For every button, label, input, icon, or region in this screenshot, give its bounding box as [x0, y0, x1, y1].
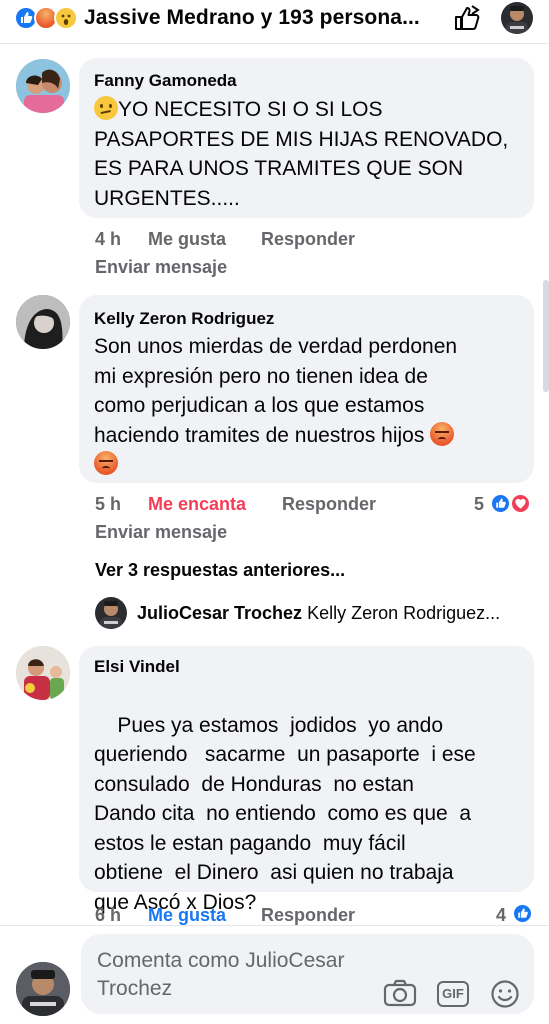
- emoji-icon[interactable]: [490, 979, 520, 1014]
- comment-time[interactable]: 6 h: [95, 905, 121, 926]
- comment-author[interactable]: Elsi Vindel: [94, 657, 180, 677]
- angry-emoji-icon: [430, 421, 455, 446]
- comment-author[interactable]: Kelly Zeron Rodriguez: [94, 309, 274, 329]
- reply-author[interactable]: JulioCesar Trochez: [137, 603, 302, 623]
- avatar[interactable]: [16, 646, 70, 700]
- share-icon[interactable]: [452, 4, 482, 32]
- comment-bubble: Kelly Zeron Rodriguez Son unos mierdas d…: [79, 295, 534, 483]
- reaction-count[interactable]: 4: [496, 905, 506, 926]
- send-message-button[interactable]: Enviar mensaje: [95, 522, 227, 543]
- scrollbar[interactable]: [543, 280, 549, 392]
- comment-input[interactable]: Comenta como JulioCesar Trochez GIF: [81, 934, 534, 1014]
- comment-time[interactable]: 5 h: [95, 494, 121, 515]
- avatar[interactable]: [95, 597, 127, 629]
- wow-icon: [54, 6, 78, 30]
- comment-bubble: Elsi Vindel Pues ya estamos jodidos yo a…: [79, 646, 534, 914]
- reply-button[interactable]: Responder: [282, 494, 376, 515]
- gif-icon[interactable]: GIF: [437, 981, 469, 1007]
- comment-text: YO NECESITO SI O SI LOS PASAPORTES DE MI…: [94, 96, 509, 210]
- latest-reply[interactable]: JulioCesar Trochez Kelly Zeron Rodriguez…: [137, 603, 500, 624]
- like-button[interactable]: Me gusta: [148, 905, 226, 926]
- like-button[interactable]: Me gusta: [148, 229, 226, 250]
- post-title[interactable]: Jassive Medrano y 193 persona...: [84, 6, 420, 30]
- avatar[interactable]: [16, 295, 70, 349]
- like-icon: [512, 903, 533, 924]
- like-icon: [490, 493, 511, 514]
- comment-author[interactable]: Fanny Gamoneda: [94, 71, 237, 91]
- comment-bubble: Fanny Gamoneda YO NECESITO SI O SI LOS P…: [79, 58, 534, 218]
- reply-button[interactable]: Responder: [261, 905, 355, 926]
- avatar[interactable]: [501, 2, 533, 34]
- comment-time[interactable]: 4 h: [95, 229, 121, 250]
- reaction-count[interactable]: 5: [474, 494, 484, 515]
- angry-emoji-icon: [94, 451, 118, 475]
- confused-emoji-icon: [94, 96, 118, 120]
- reply-preview: Kelly Zeron Rodriguez...: [307, 603, 501, 623]
- comment-text: Son unos mierdas de verdad perdonen mi e…: [94, 332, 526, 480]
- camera-icon[interactable]: [383, 979, 417, 1012]
- view-previous-replies[interactable]: Ver 3 respuestas anteriores...: [95, 560, 345, 581]
- avatar[interactable]: [16, 59, 70, 113]
- love-icon: [510, 493, 531, 514]
- post-header: Jassive Medrano y 193 persona...: [0, 0, 549, 44]
- love-reaction-button[interactable]: Me encanta: [148, 494, 246, 515]
- gif-label: GIF: [442, 986, 464, 1001]
- comment-placeholder: Comenta como JulioCesar Trochez: [97, 949, 345, 1000]
- avatar[interactable]: [16, 962, 70, 1016]
- reply-button[interactable]: Responder: [261, 229, 355, 250]
- send-message-button[interactable]: Enviar mensaje: [95, 257, 227, 278]
- comment-composer: Comenta como JulioCesar Trochez GIF: [0, 925, 549, 1024]
